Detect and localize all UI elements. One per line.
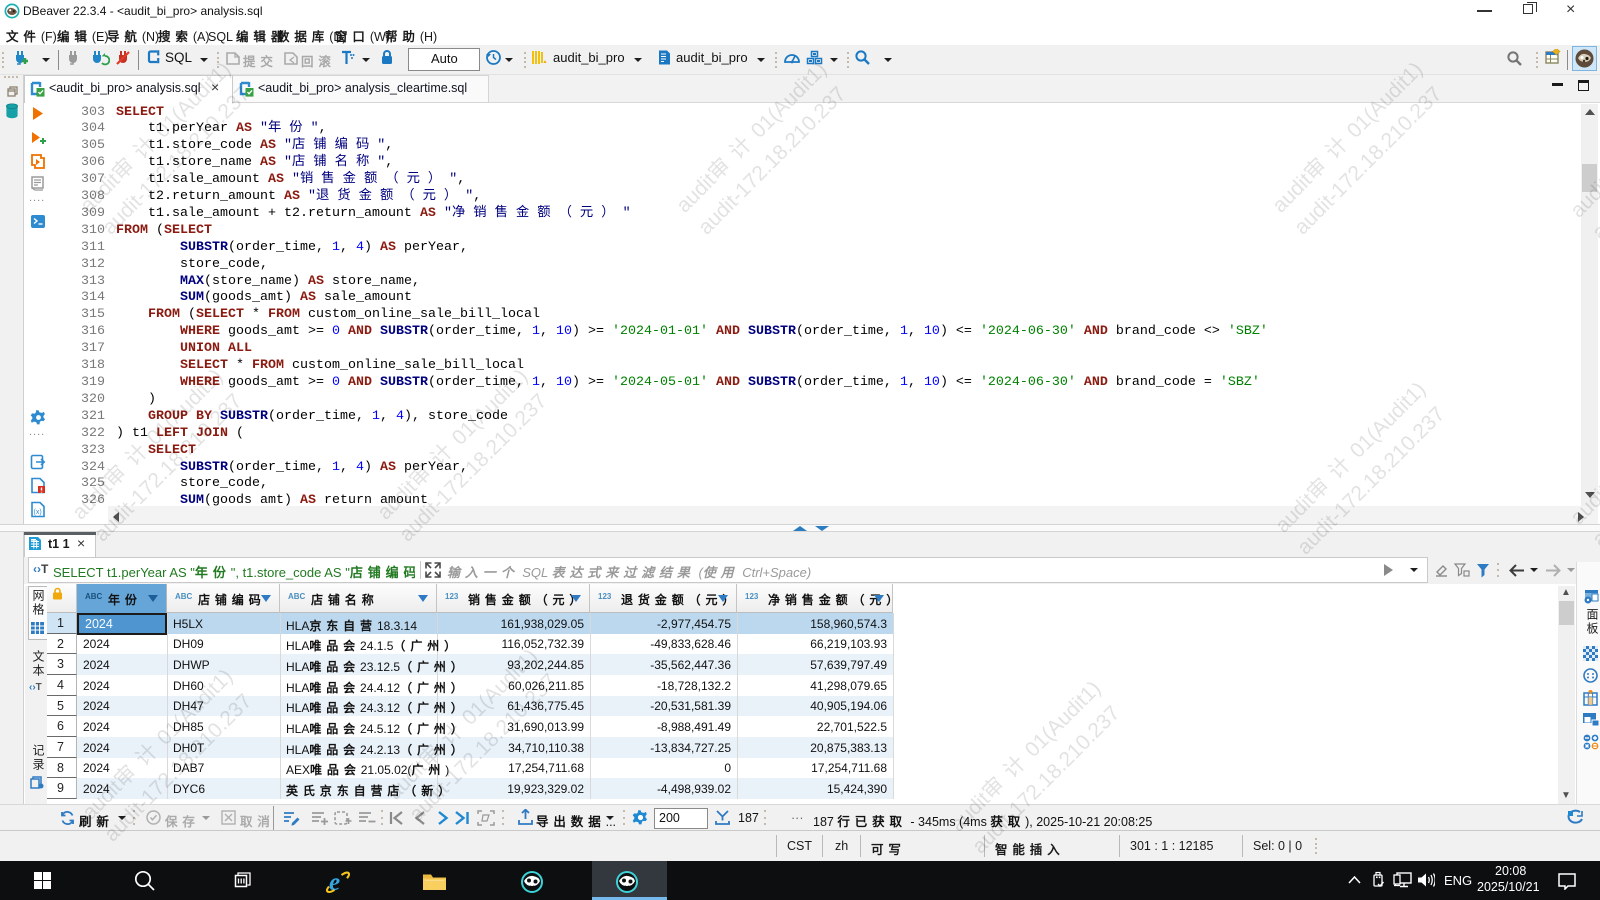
- svg-text:(x): (x): [34, 509, 42, 516]
